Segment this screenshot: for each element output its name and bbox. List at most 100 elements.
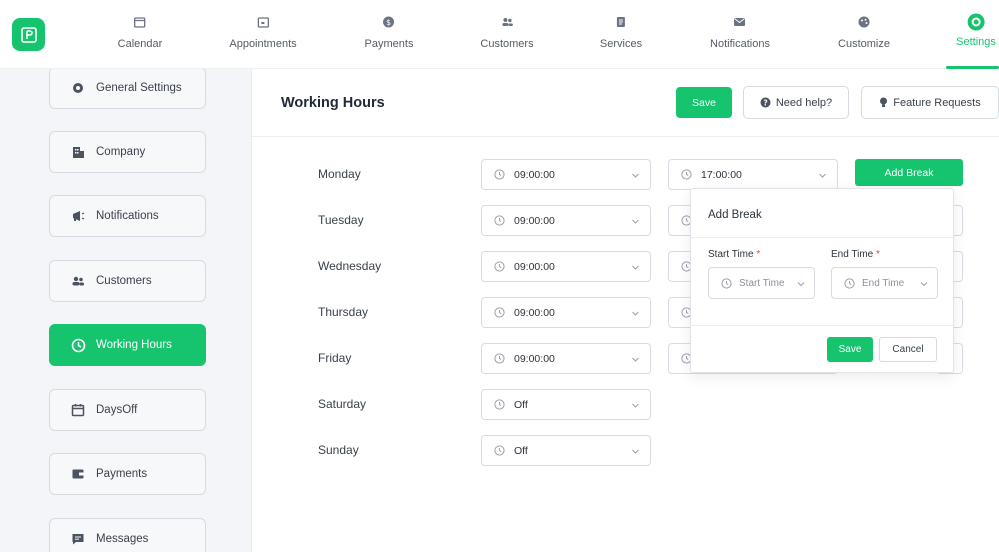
start-time-value: 09:00:00 [514,168,555,181]
users-icon [70,273,86,289]
nav-payments[interactable]: $ Payments [364,12,414,50]
app-logo[interactable] [12,18,45,51]
nav-label: Notifications [710,38,770,50]
sidebar-item-company[interactable]: Company [49,131,206,173]
nav-services[interactable]: Services [600,12,642,50]
nav-label: Payments [364,38,414,50]
palette-icon [854,12,874,32]
sidebar-item-general-settings[interactable]: General Settings [49,69,206,109]
start-time-select-monday[interactable]: 09:00:00 [481,159,651,190]
day-label-thursday: Thursday [318,305,369,319]
wallet-icon [70,466,86,482]
add-break-popover: Add Break Start Time * End Time * Start … [690,188,954,373]
chevron-down-icon [819,173,826,178]
sidebar-item-notifications[interactable]: Notifications [49,195,206,237]
content-header: Working Hours Save ? Need help? Feature … [252,69,999,137]
calendar-icon [130,12,150,32]
mail-icon [730,12,750,32]
dollar-icon: $ [379,12,399,32]
day-label-friday: Friday [318,351,352,365]
break-start-time-select[interactable]: Start Time [708,267,815,299]
svg-text:?: ? [763,98,767,107]
feature-requests-label: Feature Requests [893,96,981,109]
services-icon [611,12,631,32]
chevron-down-icon [920,282,928,287]
sidebar-item-label: Notifications [96,210,159,222]
sidebar-item-label: Messages [96,533,149,545]
add-break-button[interactable]: Add Break [855,159,963,186]
gear-icon [966,12,986,32]
clock-icon [494,307,506,319]
sidebar-item-messages[interactable]: Messages [49,518,206,552]
nav-customize[interactable]: Customize [838,12,890,50]
clock-icon [494,399,506,411]
start-time-value: 09:00:00 [514,214,555,227]
need-help-button[interactable]: ? Need help? [743,86,849,119]
end-time-placeholder: End Time [862,277,905,289]
nav-notifications[interactable]: Notifications [710,12,770,50]
end-time-select-monday[interactable]: 17:00:00 [668,159,838,190]
megaphone-icon [70,208,86,224]
nav-appointments[interactable]: Appointments [229,12,297,50]
start-time-select-saturday[interactable]: Off [481,389,651,420]
start-time-select-friday[interactable]: 09:00:00 [481,343,651,374]
start-time-select-thursday[interactable]: 09:00:00 [481,297,651,328]
start-time-label: Start Time * [708,249,761,260]
day-label-monday: Monday [318,167,361,181]
save-button[interactable]: Save [676,87,732,118]
break-cancel-button[interactable]: Cancel [879,337,937,362]
start-time-select-sunday[interactable]: Off [481,435,651,466]
lightbulb-icon [880,97,888,107]
day-label-wednesday: Wednesday [318,259,382,273]
chevron-down-icon [632,449,639,454]
start-time-value: Off [514,444,528,457]
nav-settings[interactable]: Settings [956,12,996,48]
day-label-saturday: Saturday [318,397,367,411]
start-time-select-tuesday[interactable]: 09:00:00 [481,205,651,236]
sidebar-item-label: General Settings [96,82,182,94]
appointments-icon [253,12,273,32]
chevron-down-icon [632,403,639,408]
start-time-select-wednesday[interactable]: 09:00:00 [481,251,651,282]
sidebar-item-payments[interactable]: Payments [49,453,206,495]
divider [691,325,953,326]
clock-icon [494,169,506,181]
chevron-down-icon [632,219,639,224]
clock-icon [494,445,506,457]
gear-icon [70,80,86,96]
nav-label: Services [599,38,643,50]
required-mark: * [756,249,761,260]
start-time-value: Off [514,398,528,411]
break-save-button[interactable]: Save [827,337,873,362]
divider [691,237,953,238]
logo-icon [20,26,37,43]
chevron-down-icon [632,265,639,270]
sidebar-item-customers[interactable]: Customers [49,260,206,302]
day-label-sunday: Sunday [318,443,359,457]
need-help-label: Need help? [775,96,833,109]
building-icon [70,144,86,160]
chevron-down-icon [632,357,639,362]
clock-icon [494,353,506,365]
nav-customers[interactable]: Customers [480,12,534,50]
nav-calendar[interactable]: Calendar [117,12,163,50]
svg-text:$: $ [386,18,391,27]
clock-icon [721,277,732,289]
nav-label: Calendar [117,38,163,50]
users-icon [497,12,517,32]
chat-icon [70,531,86,547]
sidebar-item-daysoff[interactable]: DaysOff [49,389,206,431]
chevron-down-icon [797,282,805,287]
break-end-time-select[interactable]: End Time [831,267,938,299]
start-time-value: 09:00:00 [514,352,555,365]
sidebar-item-label: Customers [96,275,152,287]
start-time-placeholder: Start Time [739,277,785,289]
feature-requests-button[interactable]: Feature Requests [861,86,999,119]
sidebar-item-label: Payments [96,468,148,480]
sidebar-item-working-hours[interactable]: Working Hours [49,324,206,366]
nav-label: Customize [838,38,890,50]
clock-icon [844,277,855,289]
nav-label: Settings [956,36,996,48]
clock-icon [681,169,693,181]
day-label-tuesday: Tuesday [318,213,364,227]
